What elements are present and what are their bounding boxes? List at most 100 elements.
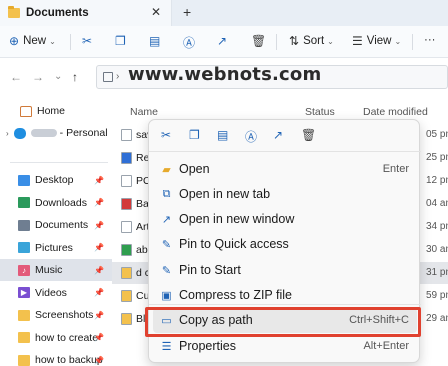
view-button[interactable]: ☰ View ⌄: [352, 34, 401, 48]
tab-title: Documents: [26, 7, 89, 19]
sidebar-item-label: Home: [37, 105, 66, 117]
sidebar-item-pictures[interactable]: Pictures 📌: [0, 237, 112, 259]
downloads-icon: [18, 197, 30, 208]
divider: [276, 34, 277, 50]
paste-icon[interactable]: ▤: [217, 128, 228, 142]
rename-icon[interactable]: Ⓐ: [245, 128, 257, 145]
desktop-icon: [18, 174, 30, 186]
cloud-icon: [13, 127, 26, 139]
sort-button[interactable]: ⇅ Sort ⌄: [289, 34, 334, 48]
command-bar: ⊕ New ⌄ ✂ ❐ ▤ Ⓐ ↗ 🗑 ⇅ Sort ⌄ ☰ View ⌄ ··…: [0, 26, 448, 58]
rename-icon: Ⓐ: [183, 36, 196, 50]
column-header-date[interactable]: Date modified: [363, 106, 428, 118]
sidebar-item-label: Pictures: [35, 241, 73, 254]
sidebar-item-documents[interactable]: Documents 📌: [0, 214, 112, 236]
menu-item-label: Open in new window: [179, 212, 295, 226]
share-icon: ↗: [217, 34, 228, 48]
menu-item-open[interactable]: ▰ Open Enter: [149, 157, 421, 182]
sidebar-item-desktop[interactable]: Desktop 📌: [0, 169, 112, 191]
file-name: Ba: [136, 198, 149, 210]
rename-button[interactable]: Ⓐ: [183, 34, 199, 51]
context-menu-quick-actions: ✂ ❐ ▤ Ⓐ ↗ 🗑: [149, 120, 421, 152]
menu-item-shortcut: Enter: [382, 163, 409, 175]
title-bar: Documents ✕ +: [0, 0, 448, 26]
file-name: Bl: [136, 313, 146, 325]
file-icon: [121, 175, 132, 187]
sidebar-item-how-to-backup[interactable]: how to backup 📌: [0, 349, 112, 366]
sidebar-item-label: - Personal: [59, 127, 108, 139]
file-icon: [121, 129, 132, 141]
sidebar-item-label: Screenshots: [35, 309, 94, 321]
sidebar-item-personal[interactable]: › - Personal: [0, 122, 112, 144]
column-header-status[interactable]: Status: [305, 106, 335, 118]
sidebar-item-videos[interactable]: ▶ Videos 📌: [0, 282, 112, 304]
sidebar-item-screenshots[interactable]: Screenshots 📌: [0, 304, 112, 326]
cut-icon[interactable]: ✂: [161, 128, 171, 142]
recent-chevron-icon[interactable]: ⌄: [54, 71, 62, 82]
sort-label: Sort: [303, 35, 325, 47]
file-date: 12 pn: [426, 175, 448, 186]
file-icon: [121, 244, 132, 256]
menu-item-label: Open in new tab: [179, 187, 271, 201]
trash-icon: 🗑: [251, 34, 267, 48]
file-date: 59 pn: [426, 290, 448, 301]
sidebar-item-label: how to backup: [35, 354, 103, 366]
share-button[interactable]: ↗: [217, 34, 231, 48]
sidebar-item-how-to-create[interactable]: how to create 📌: [0, 327, 112, 349]
menu-item-copy-as-path[interactable]: ▭ Copy as path Ctrl+Shift+C: [153, 308, 417, 333]
file-icon: [121, 198, 132, 210]
redacted-account-name: [30, 129, 57, 137]
pin-icon: 📌: [94, 265, 104, 275]
file-icon: [121, 221, 132, 233]
divider: [10, 162, 108, 163]
back-arrow-icon[interactable]: ←: [10, 70, 22, 84]
copy-icon[interactable]: ❐: [189, 128, 200, 142]
menu-item-label: Pin to Start: [179, 263, 241, 277]
new-tab-button[interactable]: +: [183, 4, 191, 20]
menu-item-open-in-new-window[interactable]: ↗ Open in new window: [149, 207, 421, 232]
chevron-down-icon: ⌄: [394, 36, 402, 46]
breadcrumb-chevron-icon: ›: [116, 71, 120, 82]
folder-icon: [8, 6, 20, 18]
copy-icon: ❐: [115, 34, 126, 48]
new-tab-icon: ⧉: [162, 188, 171, 200]
menu-item-properties[interactable]: ☰ Properties Alt+Enter: [149, 334, 421, 359]
close-tab-icon[interactable]: ✕: [151, 5, 161, 19]
copy-path-icon: ▭: [161, 315, 172, 327]
menu-item-shortcut: Alt+Enter: [363, 340, 409, 352]
sidebar-item-downloads[interactable]: Downloads 📌: [0, 192, 112, 214]
tab-documents[interactable]: Documents ✕: [0, 0, 172, 26]
trash-icon[interactable]: 🗑: [301, 128, 316, 142]
file-date: 25 pn: [426, 152, 448, 163]
menu-item-open-in-new-tab[interactable]: ⧉ Open in new tab: [149, 182, 421, 207]
sidebar-item-label: Music: [35, 264, 63, 276]
file-date: 29 an: [426, 313, 448, 324]
up-arrow-icon[interactable]: ↑: [72, 70, 78, 84]
computer-icon: [103, 72, 113, 82]
pin-icon: 📌: [94, 288, 104, 297]
properties-icon: ☰: [161, 341, 172, 353]
sidebar-item-home[interactable]: Home: [0, 100, 112, 122]
sidebar-item-music[interactable]: ♪ Music 📌: [0, 259, 112, 281]
menu-item-label: Copy as path: [179, 313, 253, 327]
paste-button[interactable]: ▤: [149, 34, 164, 48]
sidebar-item-label: Documents: [35, 219, 89, 231]
new-button[interactable]: ⊕ New ⌄: [9, 34, 56, 48]
file-date: 04 an: [426, 198, 448, 209]
more-options-button[interactable]: ···: [424, 34, 436, 46]
file-icon: [121, 290, 132, 302]
menu-item-label: Pin to Quick access: [179, 237, 289, 251]
file-icon: [121, 267, 132, 279]
file-date: 05 pn: [426, 129, 448, 140]
delete-button[interactable]: 🗑: [251, 34, 270, 48]
forward-arrow-icon[interactable]: →: [32, 70, 44, 84]
copy-button[interactable]: ❐: [115, 34, 130, 48]
sidebar-item-label: how to create: [35, 331, 99, 344]
menu-item-pin-to-quick-access[interactable]: ✎ Pin to Quick access: [149, 232, 421, 257]
folder-icon: [18, 354, 30, 366]
folder-open-icon: ▰: [162, 164, 171, 176]
cut-button[interactable]: ✂: [82, 34, 96, 48]
share-icon[interactable]: ↗: [273, 128, 283, 142]
column-header-name[interactable]: Name: [130, 106, 158, 118]
menu-item-pin-to-start[interactable]: ✎ Pin to Start: [149, 258, 421, 283]
